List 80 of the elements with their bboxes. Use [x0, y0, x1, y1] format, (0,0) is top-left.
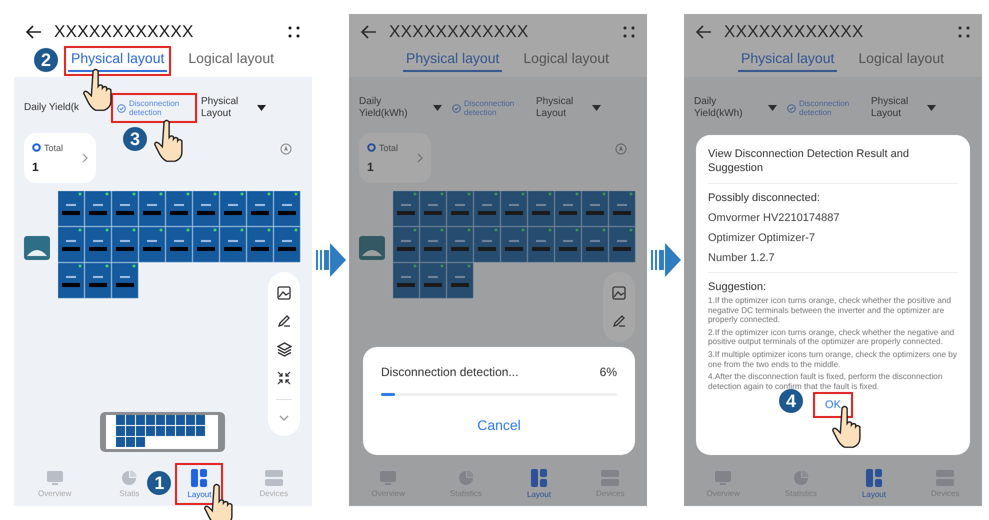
result-line: Optimizer Optimizer-7 [708, 232, 816, 244]
inverter-icon[interactable] [24, 236, 50, 260]
inverter-icon[interactable] [359, 236, 385, 260]
layout-icon [866, 469, 882, 487]
devices-icon [601, 470, 620, 486]
devices-icon [264, 470, 283, 486]
arrow-icon [650, 243, 680, 277]
result-line: Number 1.2.7 [708, 252, 776, 264]
tab[interactable]: Physical layout [403, 50, 502, 72]
screen-title: XXXXXXXXXXXX [389, 22, 530, 42]
total-card[interactable]: Total 1 [24, 133, 96, 183]
tab[interactable]: Logical layout [855, 50, 948, 72]
more-icon[interactable] [288, 26, 300, 38]
step-number-badge: 3 [123, 127, 147, 151]
caret-icon[interactable] [257, 105, 266, 111]
progress-percent: 6% [600, 365, 617, 379]
progress-message: Disconnection detection... [381, 365, 518, 379]
tab[interactable]: Logical layout [185, 50, 278, 72]
arrow-icon [316, 243, 346, 277]
suggestion-text: 4.After the disconnection fault is fixed, perform the disconnection detection again to confirm that the fault is fixed. [708, 372, 944, 392]
monitor-icon [46, 470, 64, 486]
screen-title: XXXXXXXXXXXX [724, 22, 865, 42]
step-number-badge: 2 [34, 48, 58, 72]
nav-tab[interactable]: Layout [854, 467, 894, 501]
check-circle-icon [117, 104, 126, 112]
total-label: Total [44, 142, 64, 152]
monitor-icon [379, 470, 398, 486]
pen-icon[interactable] [277, 314, 291, 328]
step-number-badge: 1 [147, 471, 172, 495]
tab[interactable]: Logical layout [520, 50, 612, 72]
dialog-title: View Disconnection Detection Result and Suggestion [708, 147, 958, 184]
view-selector-label[interactable]: Physical Layout [201, 96, 253, 120]
pie-chart-icon [121, 470, 138, 486]
pie-chart-icon [792, 470, 809, 486]
nav-tab[interactable]: Overview [30, 468, 80, 500]
metric-selector-label[interactable]: Daily Yield(kWh) [359, 96, 429, 120]
screen-title: XXXXXXXXXXXX [54, 22, 195, 42]
nav-tab[interactable]: Statis [111, 468, 148, 500]
more-icon[interactable] [958, 26, 970, 38]
nav-tab[interactable]: Layout [518, 467, 559, 501]
disconnection-detection-link[interactable]: Disconnection detection [785, 97, 863, 119]
cancel-button[interactable]: Cancel [471, 416, 527, 434]
check-circle-icon [787, 104, 796, 112]
more-icon[interactable] [623, 26, 635, 38]
suggestion-heading: Suggestion: [708, 281, 768, 293]
disconnection-detection-link[interactable]: Disconnection detection [115, 97, 193, 119]
metric-selector-label[interactable]: Daily Yield(kWh) [694, 96, 764, 120]
suggestion-text: 2.If the optimizer icon turns orange, check whether the negative and positive output terminals of the optimizer are properly connected. [708, 328, 956, 347]
image-icon[interactable] [277, 286, 291, 300]
monitor-icon [714, 470, 732, 486]
total-value: 1 [367, 160, 375, 174]
layout-icon [191, 469, 208, 487]
layers-icon[interactable] [276, 342, 292, 357]
layout-icon [530, 469, 547, 487]
devices-icon [936, 470, 954, 486]
disconnection-detection-link[interactable]: Disconnection detection [450, 97, 528, 119]
result-heading: Possibly disconnected: [708, 192, 821, 204]
back-arrow-icon[interactable] [361, 25, 377, 39]
tab[interactable]: Physical layout [738, 50, 838, 72]
collapse-icon[interactable] [277, 371, 291, 385]
total-label: Total [379, 142, 398, 152]
back-arrow-icon[interactable] [696, 25, 712, 39]
nav-tab[interactable]: Devices [252, 468, 296, 500]
check-circle-icon [452, 104, 461, 112]
suggestion-text: 1.If the optimizer icon turns orange, check whether the positive and negative DC terminals between the inverter and the optimizer are properly connected. [708, 296, 952, 325]
step-number-badge: 4 [779, 389, 804, 414]
suggestion-text: 3.If multiple optimizer icons turn orange, check the optimizers one by one from the two ends to the middle. [708, 350, 958, 370]
ring-icon [367, 143, 376, 152]
total-value: 1 [32, 160, 40, 174]
back-arrow-icon[interactable] [26, 25, 42, 39]
compass-icon[interactable] [280, 143, 292, 155]
view-selector-label[interactable]: Physical Layout [536, 96, 588, 120]
pie-chart-icon [458, 470, 474, 486]
chevron-right-icon [82, 153, 88, 163]
total-card[interactable]: Total 1 [359, 133, 431, 183]
chevron-down-icon[interactable] [278, 414, 290, 422]
chevron-right-icon [417, 153, 423, 163]
result-line: Omvormer HV2210174887 [708, 212, 840, 224]
view-selector-label[interactable]: Physical Layout [871, 96, 923, 120]
ring-icon [32, 143, 41, 152]
